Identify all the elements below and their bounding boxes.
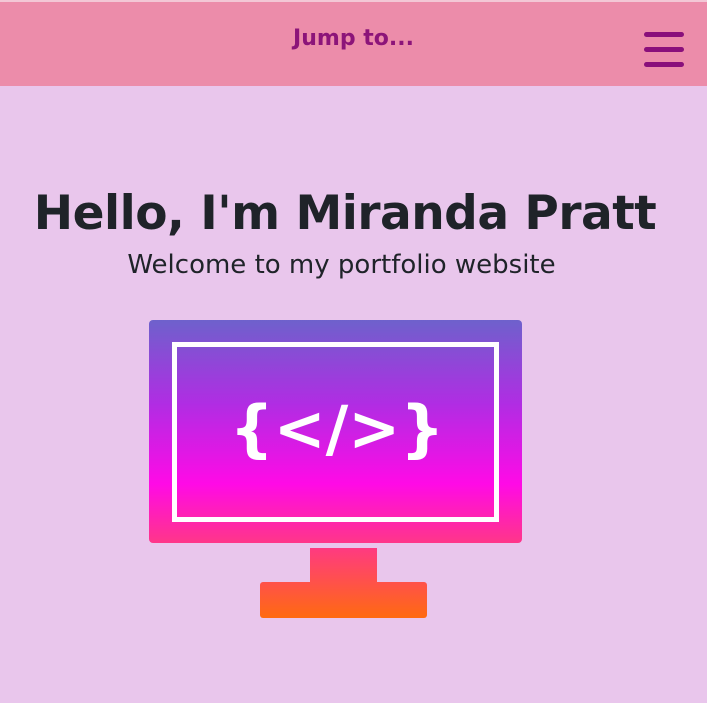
jump-to-button[interactable]: Jump to... bbox=[0, 2, 707, 86]
menu-bar-top bbox=[644, 32, 684, 37]
code-symbol-icon: {</>} bbox=[230, 392, 445, 465]
monitor-neck bbox=[310, 548, 377, 583]
menu-bar-middle bbox=[644, 47, 684, 52]
monitor-base bbox=[260, 582, 427, 618]
hero-title: Hello, I'm Miranda Pratt bbox=[33, 186, 657, 241]
top-navbar: Jump to... bbox=[0, 0, 707, 86]
hamburger-menu-icon[interactable] bbox=[644, 32, 684, 68]
hero-subtitle: Welcome to my portfolio website bbox=[127, 250, 556, 280]
jump-to-label: Jump to... bbox=[293, 26, 414, 51]
menu-bar-bottom bbox=[644, 62, 684, 67]
computer-monitor-icon: {</>} bbox=[149, 320, 522, 618]
